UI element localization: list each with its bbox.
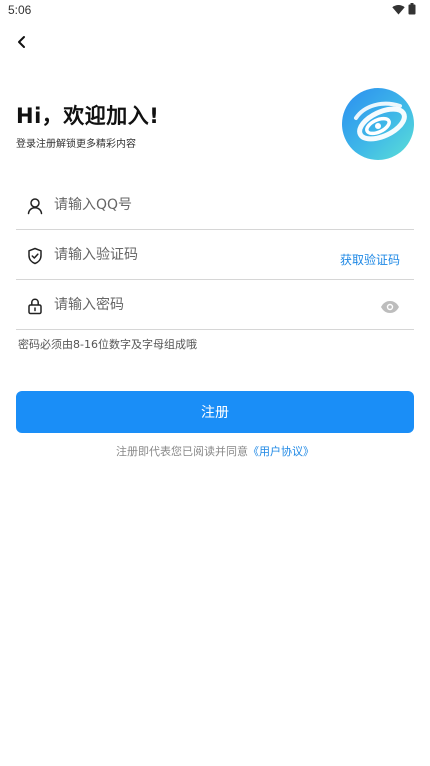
status-icons bbox=[392, 3, 416, 15]
password-field bbox=[16, 280, 414, 330]
password-input[interactable] bbox=[54, 290, 334, 320]
chevron-left-icon bbox=[18, 36, 25, 48]
register-button[interactable]: 注册 bbox=[16, 391, 414, 433]
lock-icon bbox=[28, 298, 42, 315]
page-title: Hi，欢迎加入! bbox=[16, 104, 160, 128]
agreement-text: 注册即代表您已阅读并同意《用户协议》 bbox=[0, 443, 430, 459]
user-agreement-link[interactable]: 《用户协议》 bbox=[248, 445, 314, 458]
battery-icon bbox=[408, 3, 416, 15]
shield-icon bbox=[28, 247, 42, 265]
qq-input[interactable] bbox=[54, 190, 334, 220]
verification-code-input[interactable] bbox=[54, 240, 334, 270]
status-bar: 5:06 bbox=[0, 0, 430, 22]
password-hint: 密码必须由8-16位数字及字母组成哦 bbox=[18, 338, 197, 351]
page-subtitle: 登录注册解锁更多精彩内容 bbox=[16, 139, 136, 150]
agreement-prefix: 注册即代表您已阅读并同意 bbox=[116, 445, 248, 458]
wifi-icon bbox=[392, 4, 405, 14]
back-button[interactable] bbox=[10, 30, 34, 54]
get-code-button[interactable]: 获取验证码 bbox=[340, 251, 400, 268]
verification-code-field: 获取验证码 bbox=[16, 230, 414, 280]
app-logo-icon bbox=[342, 88, 414, 160]
user-icon bbox=[27, 198, 43, 215]
qq-field bbox=[16, 180, 414, 230]
status-time: 5:06 bbox=[8, 3, 32, 17]
eye-icon[interactable] bbox=[380, 300, 400, 314]
